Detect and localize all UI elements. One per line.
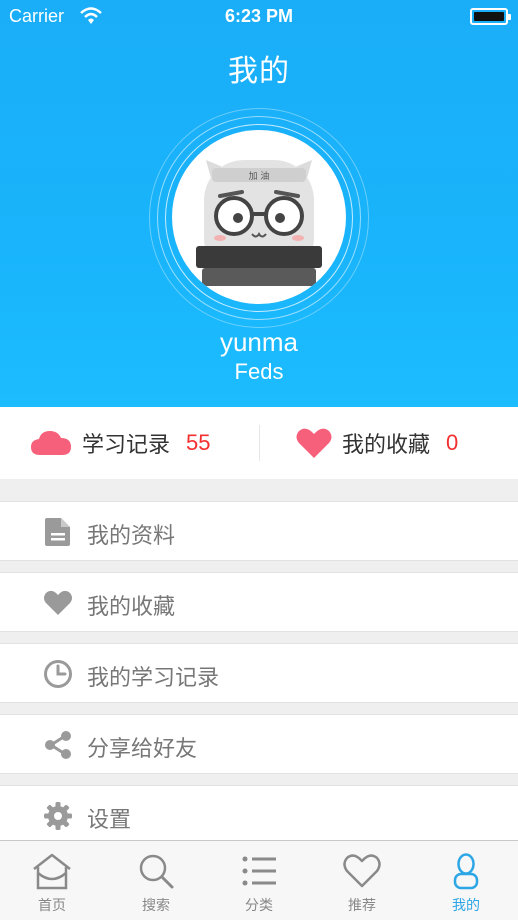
- avatar-cat-illustration: 加 油: [196, 160, 322, 286]
- study-records-stat[interactable]: 学习记录 55: [30, 407, 211, 479]
- clock-icon: [44, 660, 72, 688]
- study-records-count: 55: [186, 430, 211, 455]
- tab-label: 推荐: [348, 898, 376, 914]
- stats-row: 学习记录 55 我的收藏 0: [0, 407, 518, 479]
- user-icon: [453, 853, 479, 890]
- tab-home[interactable]: 首页: [0, 841, 104, 920]
- menu-item-label: 我的资料: [87, 524, 176, 549]
- organization-name: Feds: [234, 359, 284, 384]
- page-title: 我的: [228, 54, 290, 89]
- heart-outline-icon: [343, 854, 381, 888]
- tab-recommend[interactable]: 推荐: [310, 841, 414, 920]
- tab-me[interactable]: 我的: [414, 841, 518, 920]
- menu-item-profile[interactable]: 我的资料: [0, 501, 518, 561]
- stats-divider: [259, 425, 260, 461]
- tab-label: 我的: [452, 898, 480, 914]
- list-icon: [242, 856, 276, 886]
- menu-item-label: 分享给好友: [87, 737, 198, 762]
- favorites-count: 0: [446, 430, 459, 455]
- search-icon: [139, 854, 174, 889]
- menu-item-settings[interactable]: 设置: [0, 785, 518, 845]
- username: yunma: [219, 327, 299, 357]
- clock-time: 6:23 PM: [224, 6, 294, 26]
- tab-label: 分类: [245, 898, 273, 914]
- avatar-badge-text: 加 油: [249, 170, 270, 182]
- tab-categories[interactable]: 分类: [207, 841, 311, 920]
- share-icon: [45, 731, 71, 759]
- tab-label: 首页: [38, 898, 66, 914]
- avatar[interactable]: 加 油: [172, 130, 346, 304]
- menu-item-label: 设置: [87, 808, 132, 833]
- tab-label: 搜索: [142, 898, 170, 914]
- menu-item-study-records[interactable]: 我的学习记录: [0, 643, 518, 703]
- home-icon: [33, 853, 71, 890]
- tab-search[interactable]: 搜索: [104, 841, 208, 920]
- profile-header: Carrier 6:23 PM 我的 加 油 yunma Feds: [0, 0, 518, 407]
- cloud-icon: [31, 431, 71, 455]
- menu-item-favorites[interactable]: 我的收藏: [0, 572, 518, 632]
- favorites-stat[interactable]: 我的收藏 0: [296, 407, 458, 479]
- menu-item-label: 我的收藏: [87, 595, 176, 620]
- document-icon: [45, 518, 70, 546]
- battery-icon: [470, 8, 511, 25]
- menu-item-share[interactable]: 分享给好友: [0, 714, 518, 774]
- menu-item-label: 我的学习记录: [87, 666, 220, 691]
- status-bar: Carrier 6:23 PM: [0, 0, 518, 34]
- study-records-label: 学习记录: [82, 433, 171, 458]
- heart-icon: [44, 590, 72, 615]
- favorites-label: 我的收藏: [342, 433, 431, 458]
- gear-icon: [44, 802, 72, 830]
- tab-bar: 首页 搜索 分类 推荐 我的: [0, 840, 518, 920]
- heart-icon: [296, 428, 332, 458]
